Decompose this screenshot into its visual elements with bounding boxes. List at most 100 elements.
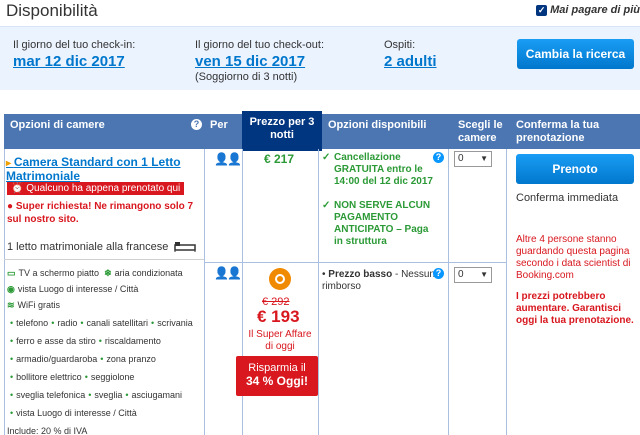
guests-link[interactable]: 2 adulti [384,53,437,70]
check-icon: ✓ [322,152,331,163]
facility-tv: TV a schermo piatto [18,268,100,278]
info-icon[interactable]: ? [433,268,444,279]
facility-item: canali satellitari [86,318,149,328]
facility-row: • armadio/guardaroba • zona pranzo [10,354,156,364]
header-choose: Scegli le camere [458,119,503,144]
expand-arrow-icon: ▸ [6,158,14,169]
deal-label: Il Super Affare di oggi [248,329,312,352]
occupancy-icon: 👤👤 [214,266,242,280]
facility-item: sveglia telefonica [16,390,86,400]
high-demand-label: Super richiesta! Ne rimangono solo 7 sul… [7,201,194,225]
guarantee-label: Mai pagare di più [550,4,640,16]
low-price-label: Prezzo basso [328,269,393,280]
price-warning: I prezzi potrebbero aumentare. Garantisc… [516,291,634,326]
occupancy-icon: 👤👤 [214,152,242,166]
facility-view: vista Luogo di interesse / Città [17,284,139,294]
facility-row: ▭ TV a schermo piatto ❄ aria condizionata [7,268,183,279]
savings-line2: 34 % Oggi! [245,374,308,388]
vat-note: Include: 20 % di IVA [7,426,88,435]
facility-item: bollitore elettrico [16,372,82,382]
eye-icon: ◉ [7,284,15,294]
book-button[interactable]: Prenoto [516,154,634,184]
checkout-block: Il giorno del tuo check-out: ven 15 dic … [195,39,324,83]
check-icon: ✓ [322,200,331,211]
checkin-date-link[interactable]: mar 12 dic 2017 [13,53,135,70]
stay-length: (Soggiorno di 3 notti) [195,71,298,83]
price-guarantee: ✓ Mai pagare di più [536,4,640,16]
guests-label: Ospiti: [384,39,416,51]
info-icon[interactable]: ? [191,119,202,130]
offer2-price: € 193 [257,307,300,326]
checkin-block: Il giorno del tuo check-in: mar 12 dic 2… [13,39,135,70]
header-confirm: Conferma la tua prenotazione [516,119,600,144]
header-price: Prezzo per 3 notti [242,111,322,151]
column-divider [204,149,205,435]
offer1-price: € 217 [264,152,295,166]
room-name-link[interactable]: ▸ Camera Standard con 1 Letto Matrimonia… [6,156,196,183]
facility-row: ◉ vista Luogo di interesse / Città [7,284,138,295]
facility-row: • sveglia telefonica • sveglia • asciugamani [10,390,183,400]
facility-row: ≋ WiFi gratis [7,300,60,311]
bed-icon [174,242,196,252]
check-icon: ✓ [536,5,548,16]
guests-block: Ospiti: 2 adulti [384,39,437,70]
change-search-button[interactable]: Cambia la ricerca [517,39,634,69]
wifi-icon: ≋ [7,300,15,310]
recently-booked-badge: ⏰ Qualcuno ha appena prenotato qui [7,182,185,195]
room-name-label[interactable]: Camera Standard con 1 Letto Matrimoniale [6,155,181,183]
tv-icon: ▭ [7,268,16,278]
facility-item: seggiolone [90,372,135,382]
column-divider [4,149,5,435]
facility-item: asciugamani [131,390,183,400]
checkout-date-link[interactable]: ven 15 dic 2017 [195,53,324,70]
row-divider [4,259,204,260]
date-summary-bar: Il giorno del tuo check-in: mar 12 dic 2… [0,26,640,90]
header-options: Opzioni disponibili [328,119,427,131]
viewers-notice: Altre 4 persone stanno guardando questa … [516,234,631,281]
facility-row: • ferro e asse da stiro • riscaldamento [10,336,161,346]
page-title: Disponibilità [6,1,98,20]
facility-row: • vista Luogo di interesse / Città [10,408,137,418]
room-table: Opzioni di camere ? Per Prezzo per 3 not… [0,111,640,435]
header-rooms: Opzioni di camere ? [4,114,204,149]
deal-icon [269,268,291,290]
facility-item: vista Luogo di interesse / Città [16,408,137,418]
column-divider [506,149,507,435]
room-qty-select[interactable]: 0 ▼ [454,151,492,167]
column-divider [318,149,319,435]
facility-row: • bollitore elettrico • seggiolone [10,372,135,382]
row-divider [204,262,506,263]
no-prepay-label: NON SERVE ALCUN PAGAMENTO ANTICIPATO – P… [334,200,431,247]
facility-ac: aria condizionata [114,268,183,278]
booked-badge-label: Qualcuno ha appena prenotato qui [26,183,181,194]
header-rooms-label: Opzioni di camere [10,119,105,131]
facility-item: armadio/guardaroba [16,354,98,364]
alert-icon: ● [7,201,16,212]
snowflake-icon: ❄ [104,268,112,278]
qty-value: 0 [458,153,464,164]
info-icon[interactable]: ? [433,152,444,163]
offer1-option: ✓ Cancellazione GRATUITA entro le 14:00 d… [322,152,440,188]
facility-item: telefono [16,318,49,328]
room-qty-select[interactable]: 0 ▼ [454,267,492,283]
table-header: Opzioni di camere ? Per Prezzo per 3 not… [4,111,640,151]
high-demand-notice: ● Super richiesta! Ne rimangono solo 7 s… [7,200,202,226]
facility-item: scrivania [157,318,193,328]
chevron-down-icon: ▼ [480,154,488,163]
free-cancel-label: Cancellazione GRATUITA entro le 14:00 de… [334,152,433,187]
offer1-option: ✓ NON SERVE ALCUN PAGAMENTO ANTICIPATO – … [322,200,440,248]
checkout-label: Il giorno del tuo check-out: [195,39,325,51]
header-per: Per [210,119,228,131]
facility-item: ferro e asse da stiro [16,336,96,346]
savings-line1: Risparmia il [248,362,306,374]
chevron-down-icon: ▼ [480,270,488,279]
facility-item: radio [57,318,78,328]
bed-type: 1 letto matrimoniale alla francese [7,241,169,253]
facility-item: riscaldamento [104,336,161,346]
offer2-option: • Prezzo basso - Nessun rimborso [322,269,435,292]
savings-badge: Risparmia il 34 % Oggi! [236,356,318,396]
qty-value: 0 [458,269,464,280]
checkin-label: Il giorno del tuo check-in: [13,39,136,51]
facility-row: • telefono • radio • canali satellitari • scriv… [10,318,193,328]
facility-item: sveglia [94,390,123,400]
